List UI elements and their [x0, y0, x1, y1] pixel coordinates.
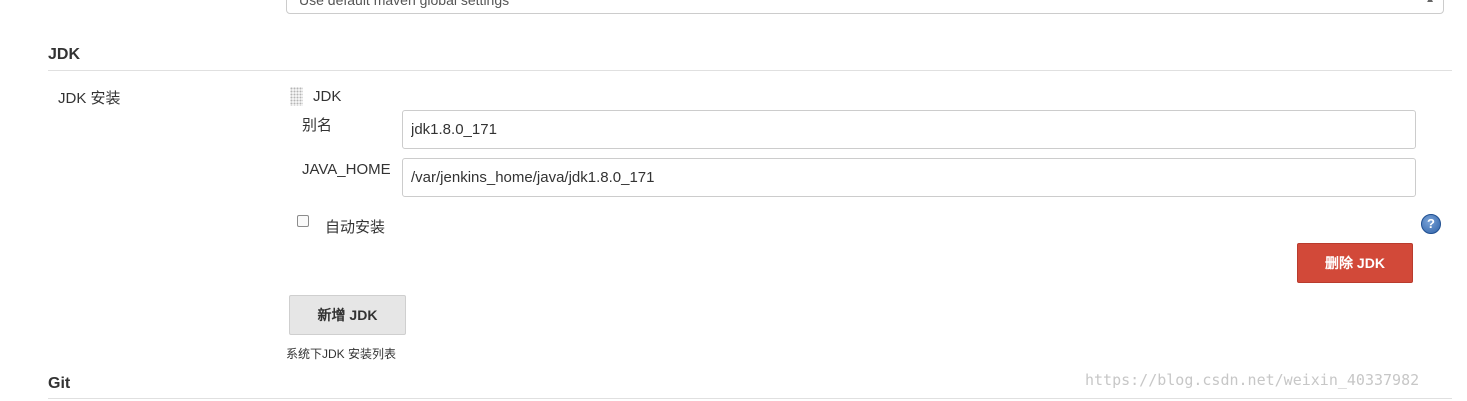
drag-handle-icon[interactable]	[290, 87, 303, 106]
watermark: https://blog.csdn.net/weixin_40337982	[1085, 371, 1420, 389]
auto-install-checkbox[interactable]	[297, 215, 309, 227]
java-home-label: JAVA_HOME	[302, 161, 391, 178]
auto-install-label: 自动安装	[325, 219, 386, 236]
section-divider-jdk	[48, 70, 1452, 71]
section-divider-git	[48, 398, 1452, 399]
maven-global-settings-select[interactable]: Use default maven global settings ▲	[286, 0, 1444, 14]
alias-label: 别名	[302, 117, 333, 134]
alias-input[interactable]	[402, 110, 1416, 149]
jdk-item-header: JDK	[313, 88, 342, 105]
jdk-list-description: 系统下JDK 安装列表	[286, 347, 397, 361]
jdk-install-label: JDK 安装	[58, 90, 121, 107]
delete-jdk-button[interactable]: 删除 JDK	[1297, 243, 1413, 283]
java-home-input[interactable]	[402, 158, 1416, 197]
maven-global-settings-value: Use default maven global settings	[299, 0, 510, 8]
add-jdk-button[interactable]: 新增 JDK	[289, 295, 406, 335]
section-title-jdk: JDK	[48, 46, 81, 63]
help-icon[interactable]: ?	[1421, 214, 1441, 234]
section-title-git: Git	[48, 375, 71, 392]
chevron-down-icon: ▲	[1425, 0, 1435, 5]
